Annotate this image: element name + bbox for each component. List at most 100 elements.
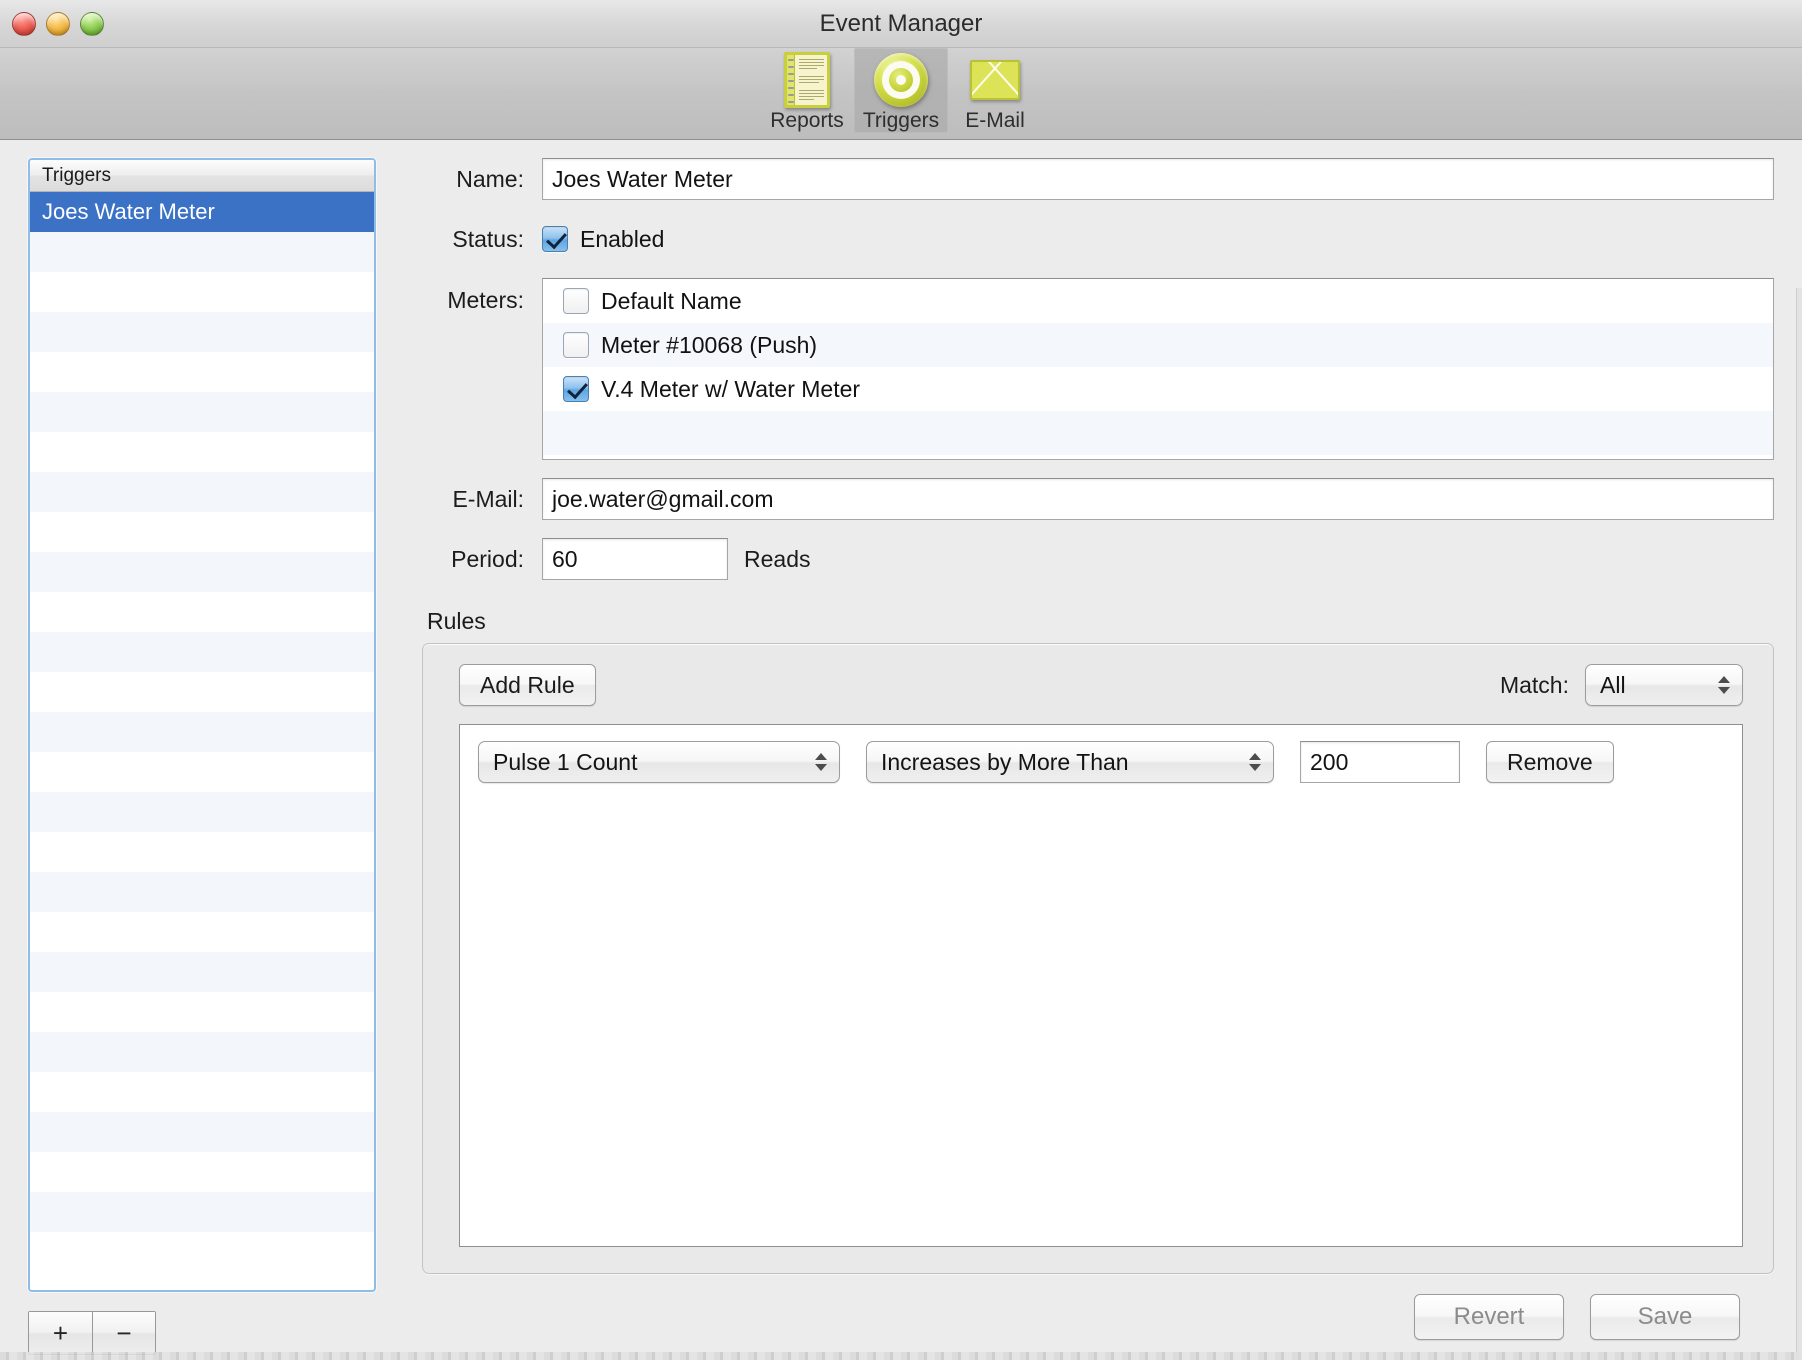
meters-list[interactable]: Default Name Meter #10068 (Push) V.4 Meter… [542, 278, 1774, 460]
sidebar-empty-row[interactable] [30, 952, 374, 992]
sidebar-empty-row[interactable] [30, 1192, 374, 1232]
sidebar-empty-row[interactable] [30, 232, 374, 272]
window-title: Event Manager [819, 10, 983, 37]
save-button[interactable]: Save [1590, 1294, 1740, 1340]
meter-label: V.4 Meter w/ Water Meter [601, 375, 861, 402]
meters-label: Meters: [447, 287, 524, 313]
sidebar-empty-row[interactable] [30, 552, 374, 592]
rules-panel: Add Rule Match: All Pulse 1 Count Increas… [422, 643, 1774, 1274]
email-label: E-Mail: [452, 486, 524, 512]
period-input[interactable]: 60 [542, 538, 728, 580]
rules-list: Pulse 1 Count Increases by More Than 200 Re… [459, 724, 1743, 1247]
sidebar-empty-row[interactable] [30, 872, 374, 912]
name-row: Name: Joes Water Meter [422, 158, 1774, 200]
sidebar-empty-row[interactable] [30, 792, 374, 832]
sidebar-empty-row[interactable] [30, 352, 374, 392]
match-dropdown-value: All [1600, 671, 1626, 698]
chevron-updown-icon [1718, 676, 1730, 694]
remove-rule-button[interactable]: Remove [1486, 741, 1614, 783]
target-icon [874, 52, 928, 108]
rule-row: Pulse 1 Count Increases by More Than 200 Re… [478, 741, 1724, 783]
meter-checkbox[interactable] [563, 332, 589, 358]
toolbar-item-email[interactable]: E-Mail [948, 48, 1042, 133]
period-row: Period: 60 Reads [422, 538, 1774, 580]
period-label: Period: [451, 546, 524, 572]
sidebar-column: Triggers Joes Water Meter + − [28, 158, 376, 1360]
add-remove-segmented-control: + − [28, 1311, 156, 1355]
sidebar-empty-row[interactable] [30, 472, 374, 512]
meter-checkbox[interactable] [563, 376, 589, 402]
rule-operator-dropdown[interactable]: Increases by More Than [866, 741, 1274, 783]
triggers-list-header: Triggers [30, 160, 374, 192]
meters-row: Meters: Default Name Meter #10068 (Push) V… [422, 278, 1774, 460]
toolbar-items: Reports Triggers E-Mail [760, 48, 1042, 133]
sidebar-empty-row[interactable] [30, 992, 374, 1032]
revert-button[interactable]: Revert [1414, 1294, 1564, 1340]
sidebar-empty-row[interactable] [30, 1232, 374, 1272]
sidebar-empty-row[interactable] [30, 832, 374, 872]
sidebar-empty-row[interactable] [30, 752, 374, 792]
status-row: Status: Enabled [422, 218, 1774, 260]
status-label: Status: [452, 226, 524, 252]
notepad-icon [784, 52, 830, 108]
sidebar-empty-row[interactable] [30, 272, 374, 312]
event-manager-window: Event Manager Reports Triggers E-Mail Tr… [0, 0, 1802, 1360]
toolbar-item-triggers-label: Triggers [862, 109, 940, 132]
rule-value-input[interactable]: 200 [1300, 741, 1460, 783]
email-input[interactable]: joe.water@gmail.com [542, 478, 1774, 520]
sidebar-empty-row[interactable] [30, 1032, 374, 1072]
add-trigger-button[interactable]: + [29, 1312, 92, 1354]
triggers-list-rows: Joes Water Meter [30, 192, 374, 1272]
match-dropdown[interactable]: All [1585, 664, 1743, 706]
triggers-list[interactable]: Triggers Joes Water Meter [28, 158, 376, 1292]
enabled-checkbox[interactable] [542, 226, 568, 252]
sidebar-empty-row[interactable] [30, 1112, 374, 1152]
add-rule-button[interactable]: Add Rule [459, 664, 596, 706]
period-suffix-label: Reads [744, 546, 811, 572]
enabled-checkbox-label: Enabled [580, 225, 665, 252]
meter-label: Meter #10068 (Push) [601, 331, 818, 358]
name-input[interactable]: Joes Water Meter [542, 158, 1774, 200]
status-checkbox-row: Enabled [542, 218, 664, 260]
meter-label: Default Name [601, 287, 742, 314]
sidebar-item-trigger[interactable]: Joes Water Meter [30, 192, 374, 232]
sidebar-empty-row[interactable] [30, 592, 374, 632]
envelope-icon [970, 52, 1020, 108]
rules-section-title: Rules [427, 608, 486, 634]
toolbar-item-reports-label: Reports [770, 109, 844, 132]
rules-toolbar: Add Rule Match: All [459, 664, 1743, 706]
rule-operator-dropdown-value: Increases by More Than [881, 748, 1129, 775]
toolbar-item-reports[interactable]: Reports [760, 48, 854, 133]
match-control: Match: All [1500, 664, 1743, 706]
sidebar-empty-row[interactable] [30, 1072, 374, 1112]
sidebar-empty-row[interactable] [30, 632, 374, 672]
footer-buttons: Revert Save [422, 1274, 1774, 1360]
name-label: Name: [456, 166, 524, 192]
sidebar-item-label: Joes Water Meter [42, 199, 215, 224]
sidebar-empty-row[interactable] [30, 392, 374, 432]
meter-list-item[interactable]: Meter #10068 (Push) [543, 323, 1773, 367]
chevron-updown-icon [815, 753, 827, 771]
meter-list-item[interactable]: Default Name [543, 279, 1773, 323]
toolbar-item-triggers[interactable]: Triggers [854, 48, 948, 133]
match-label: Match: [1499, 671, 1569, 698]
screen-edge-artifact [0, 1352, 1802, 1360]
detail-pane: Name: Joes Water Meter Status: Enabled M… [376, 158, 1782, 1360]
sidebar-empty-row[interactable] [30, 672, 374, 712]
meter-list-item[interactable]: V.4 Meter w/ Water Meter [543, 367, 1773, 411]
sidebar-empty-row[interactable] [30, 912, 374, 952]
rule-field-dropdown-value: Pulse 1 Count [493, 748, 638, 775]
sidebar-empty-row[interactable] [30, 512, 374, 552]
sidebar-footer: + − [28, 1292, 376, 1360]
rule-field-dropdown[interactable]: Pulse 1 Count [478, 741, 840, 783]
sidebar-empty-row[interactable] [30, 432, 374, 472]
sidebar-empty-row[interactable] [30, 1152, 374, 1192]
toolbar-item-email-label: E-Mail [965, 109, 1025, 132]
remove-trigger-button[interactable]: − [92, 1312, 155, 1354]
sidebar-empty-row[interactable] [30, 312, 374, 352]
window-body: Triggers Joes Water Meter + − Name: Joes… [0, 140, 1802, 1360]
sidebar-empty-row[interactable] [30, 712, 374, 752]
chevron-updown-icon [1249, 753, 1261, 771]
meter-checkbox[interactable] [563, 288, 589, 314]
meter-empty-row [543, 411, 1773, 455]
